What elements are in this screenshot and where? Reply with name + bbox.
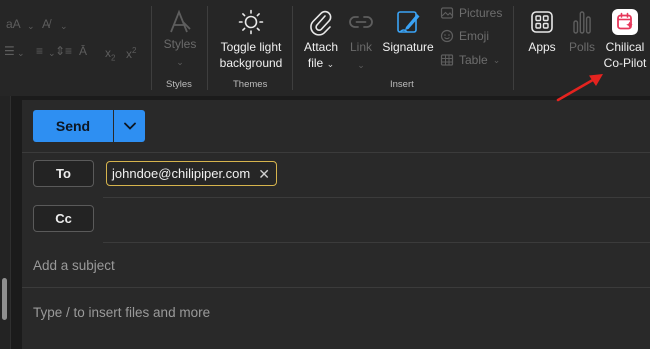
chevron-down-icon: ⌄ (326, 59, 335, 69)
attach-label-line1: Attach (303, 40, 339, 54)
chevron-down-icon: ⌄ (27, 21, 35, 31)
attach-file-button[interactable]: Attach file ⌄ (298, 8, 344, 72)
polls-icon (573, 11, 591, 34)
attach-label-line2: file ⌄ (298, 55, 344, 72)
polls-label: Polls (568, 40, 595, 54)
link-label: Link (349, 40, 372, 54)
divider (103, 242, 650, 243)
scrollbar-thumb[interactable] (2, 278, 7, 320)
group-label-themes: Themes (233, 79, 268, 90)
subscript-icon[interactable]: x2 (105, 46, 115, 65)
toggle-light-label-line1: Toggle light (220, 40, 282, 54)
recipient-chip[interactable]: johndoe@chilipiper.com ✕ (106, 161, 277, 186)
emoji-icon (440, 29, 454, 43)
highlight-icon[interactable]: Ā (79, 44, 87, 58)
chilical-calendar-icon (612, 9, 638, 35)
font-size-label[interactable]: aA (6, 17, 21, 31)
superscript-icon[interactable]: x2 (126, 44, 136, 61)
styles-icon (170, 9, 191, 33)
table-icon (440, 54, 454, 66)
compose-pane: Send To johndoe@chilipiper.com ✕ Cc Add … (22, 100, 650, 349)
paperclip-icon (310, 10, 332, 36)
copilot-label-line1: Chilical (605, 40, 645, 54)
styles-button[interactable]: Styles ⌄ (160, 8, 200, 70)
group-label-styles: Styles (166, 79, 192, 90)
signature-icon (397, 11, 420, 33)
pictures-label: Pictures (459, 6, 503, 20)
table-label: Table (459, 53, 488, 67)
ribbon-separator (513, 6, 514, 90)
group-label-insert: Insert (390, 79, 414, 90)
send-button-group: Send (33, 110, 145, 142)
cc-button[interactable]: Cc (33, 205, 94, 232)
chilical-copilot-button[interactable]: Chilical Co-Pilot (601, 8, 649, 71)
apps-button[interactable]: Apps (522, 8, 562, 55)
apps-label: Apps (528, 40, 556, 54)
divider (22, 152, 650, 153)
styles-label: Styles (163, 37, 197, 51)
chevron-down-icon: ⌄ (357, 60, 365, 70)
emoji-label: Emoji (459, 29, 490, 43)
ribbon-toolbar: aA ⌄ A̸ ⌄ ☰ ⌄ ≡ ⌄ ⇕≡ Ā x2 x2 Styles ⌄ St… (0, 0, 650, 96)
bullets-icon[interactable]: ☰ (4, 44, 15, 58)
remove-recipient-icon[interactable]: ✕ (258, 167, 270, 181)
attach-label-text: file (307, 56, 324, 70)
chevron-down-icon (123, 122, 136, 130)
to-button[interactable]: To (33, 160, 94, 187)
ribbon-separator (151, 6, 152, 90)
emoji-button[interactable]: Emoji (440, 27, 489, 45)
message-body-input[interactable]: Type / to insert files and more (33, 305, 210, 320)
align-icon[interactable]: ≡ (36, 44, 43, 58)
subject-input[interactable]: Add a subject (33, 258, 115, 273)
signature-label: Signature (382, 40, 434, 54)
send-options-button[interactable] (114, 110, 145, 142)
ribbon-separator (207, 6, 208, 90)
pictures-button[interactable]: Pictures (440, 4, 502, 22)
chevron-down-icon: ⌄ (176, 57, 184, 67)
send-button[interactable]: Send (33, 110, 113, 142)
toggle-light-background-button[interactable]: Toggle light background (214, 8, 288, 71)
ribbon-separator (292, 6, 293, 90)
polls-button[interactable]: Polls (564, 8, 600, 55)
apps-grid-icon (531, 11, 553, 33)
format-painter-icon[interactable]: A̸ (42, 17, 50, 31)
sun-icon (238, 9, 264, 35)
link-icon (349, 16, 373, 28)
copilot-label-line2: Co-Pilot (603, 56, 647, 70)
signature-button[interactable]: Signature (380, 8, 436, 55)
recipient-email: johndoe@chilipiper.com (112, 166, 251, 181)
table-button[interactable]: Table ⌄ (440, 51, 500, 69)
chevron-down-icon: ⌄ (60, 21, 68, 31)
divider (103, 197, 650, 198)
divider (22, 287, 650, 288)
chevron-down-icon: ⌄ (492, 54, 501, 65)
picture-icon (440, 7, 454, 19)
link-button[interactable]: Link ⌄ (344, 8, 378, 73)
line-spacing-icon[interactable]: ⇕≡ (55, 44, 72, 58)
chevron-down-icon: ⌄ (17, 48, 25, 58)
left-pane-edge (0, 96, 11, 349)
toggle-light-label-line2: background (219, 56, 283, 70)
